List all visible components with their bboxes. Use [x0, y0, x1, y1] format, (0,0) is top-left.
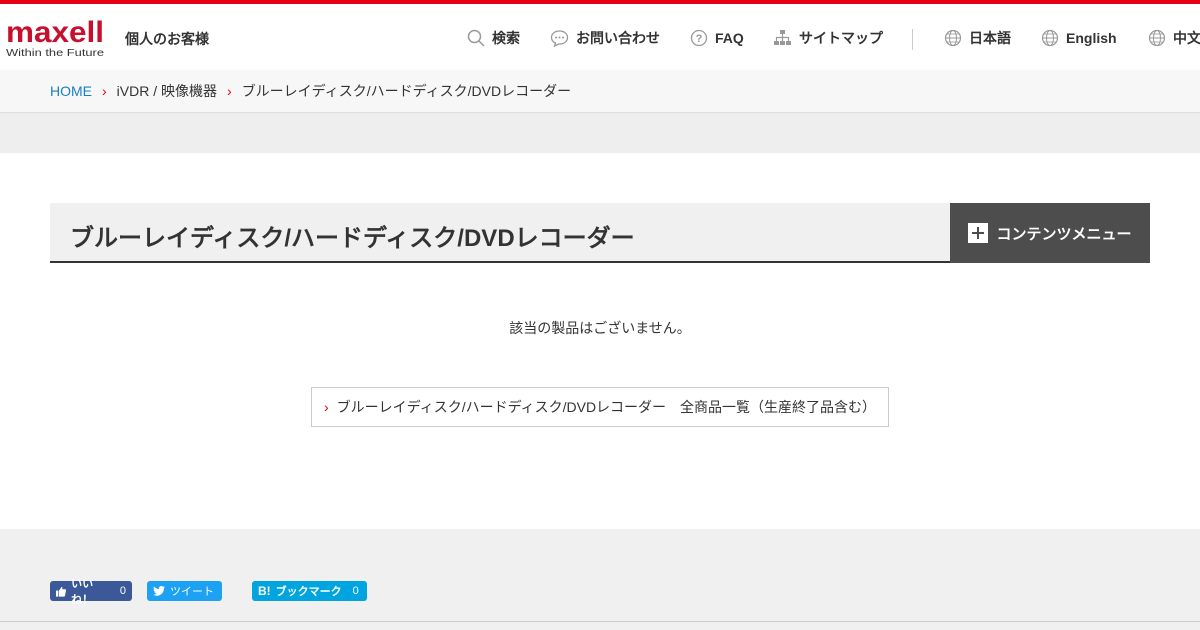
lang-chinese-label: 中文 [1173, 30, 1200, 46]
nav-search-label: 検索 [492, 30, 520, 46]
maxell-logo[interactable]: maxell Within the Future [6, 18, 106, 59]
facebook-like-count: 0 [119, 585, 126, 597]
lang-english[interactable]: English [1041, 28, 1117, 48]
hatena-b-icon: B! [258, 584, 271, 598]
globe-icon [1041, 29, 1059, 47]
breadcrumb-current: ブルーレイディスク/ハードディスク/DVDレコーダー [241, 83, 572, 99]
gray-band [0, 113, 1200, 153]
breadcrumb-category[interactable]: iVDR / 映像機器 [117, 81, 217, 101]
lang-english-label: English [1066, 30, 1117, 46]
site-header: maxell Within the Future 個人のお客様 検索 お問い合わ… [0, 4, 1200, 70]
chat-bubble-icon [550, 30, 569, 47]
empty-message: 該当の製品はございません。 [509, 320, 691, 336]
facebook-like-button[interactable]: いいね！ 0 [50, 578, 132, 606]
nav-faq-label: FAQ [715, 30, 744, 46]
global-nav: 検索 お問い合わせ ? FAQ サイトマップ 日本語 English 中文 [467, 28, 1200, 50]
plus-icon [968, 223, 989, 243]
twitter-bird-icon [153, 586, 165, 596]
all-products-link[interactable]: › ブルーレイディスク/ハードディスク/DVDレコーダー 全商品一覧（生産終了品… [311, 387, 889, 427]
svg-text:maxell: maxell [6, 18, 104, 49]
chevron-right-icon: › [102, 83, 107, 99]
content-menu-label: コンテンツメニュー [996, 225, 1132, 243]
all-products-label: ブルーレイディスク/ハードディスク/DVDレコーダー 全商品一覧（生産終了品含む… [336, 399, 877, 415]
nav-sitemap-label: サイトマップ [799, 30, 883, 46]
sitemap-icon [774, 30, 791, 45]
question-icon: ? [690, 29, 708, 47]
page-title-bar: ブルーレイディスク/ハードディスク/DVDレコーダー コンテンツメニュー [50, 203, 1150, 263]
hatena-bookmark-button[interactable]: B! ブックマーク 0 [252, 581, 367, 601]
nav-divider [912, 29, 913, 50]
lang-japanese[interactable]: 日本語 [944, 28, 1011, 48]
main-content: ブルーレイディスク/ハードディスク/DVDレコーダー コンテンツメニュー 該当の… [0, 153, 1200, 529]
svg-text:Within the Future: Within the Future [6, 47, 104, 59]
footer: いいね！ 0 ツイート B! ブックマーク 0 [0, 529, 1200, 630]
tweet-button[interactable]: ツイート [147, 581, 222, 601]
nav-faq[interactable]: ? FAQ [690, 28, 744, 48]
breadcrumb-home[interactable]: HOME [50, 83, 92, 99]
nav-contact[interactable]: お問い合わせ [550, 28, 660, 48]
chevron-right-icon: › [227, 83, 232, 99]
nav-search[interactable]: 検索 [467, 28, 520, 48]
hatena-bookmark-count: 0 [352, 585, 359, 597]
lang-japanese-label: 日本語 [969, 30, 1011, 46]
lang-chinese[interactable]: 中文 [1148, 28, 1200, 48]
nav-sitemap[interactable]: サイトマップ [773, 28, 883, 48]
page-title: ブルーレイディスク/ハードディスク/DVDレコーダー [70, 225, 635, 252]
breadcrumb: HOME › iVDR / 映像機器 › ブルーレイディスク/ハードディスク/D… [0, 70, 1200, 113]
globe-icon [1148, 29, 1166, 47]
svg-text:?: ? [696, 33, 703, 45]
content-menu-button[interactable]: コンテンツメニュー [950, 203, 1150, 263]
nav-contact-label: お問い合わせ [576, 30, 660, 46]
hatena-bookmark-label: ブックマーク [275, 586, 342, 598]
search-icon [467, 29, 485, 47]
chevron-right-icon: › [324, 399, 329, 415]
footer-divider [0, 621, 1200, 622]
audience-label: 個人のお客様 [125, 31, 209, 47]
globe-icon [944, 29, 962, 47]
thumbs-up-icon [56, 586, 67, 597]
tweet-label: ツイート [170, 586, 214, 598]
facebook-like-label: いいね！ [71, 578, 94, 606]
